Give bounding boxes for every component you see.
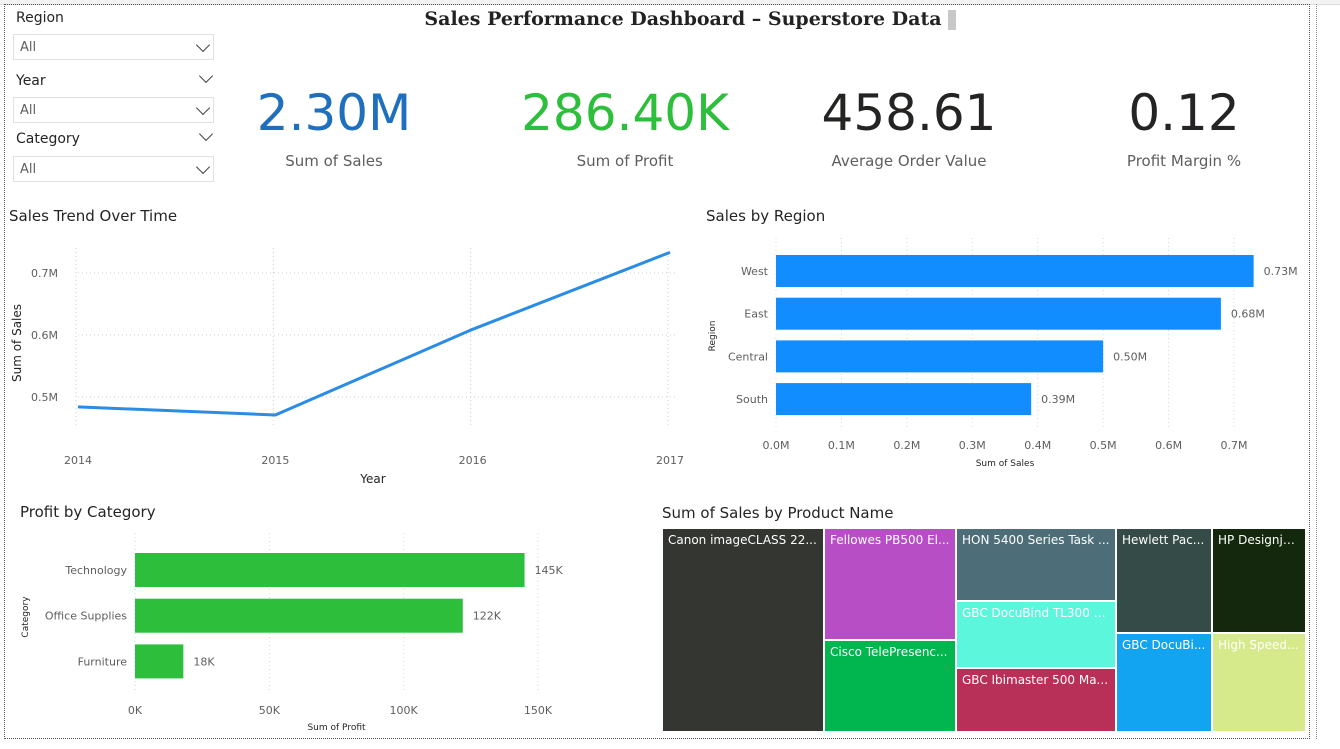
region-dropdown[interactable]: All (13, 34, 214, 60)
sales-trend-line (77, 250, 671, 417)
treemap-tile-label: GBC Ibimaster 500 Ma... (962, 673, 1109, 687)
year-dropdown[interactable]: All (13, 97, 214, 123)
treemap-tile[interactable]: GBC DocuBind TL300 E... (956, 601, 1116, 668)
bar (135, 644, 184, 679)
bar (135, 598, 463, 633)
data-label: 0.50M (1113, 350, 1147, 363)
region-chart-title: Sales by Region (706, 207, 826, 225)
title-text: Sales Performance Dashboard – Superstore… (424, 8, 942, 30)
sales-trend-line-chart[interactable]: 0.5M 0.6M 0.7M 2014 2015 2016 2017 Year Sum of S… (0, 228, 690, 490)
treemap-tile[interactable]: High Speed... (1212, 633, 1306, 732)
kpi-sales-value: 2.30M (256, 84, 412, 142)
treemap-tile[interactable]: HP Designje... (1212, 528, 1306, 633)
x-tick-label: 2017 (656, 454, 684, 467)
category-filter-label: Category (16, 131, 80, 147)
category-dropdown-value: All (20, 162, 37, 177)
x-tick-label: 0.7M (1221, 439, 1248, 452)
category-label: West (741, 265, 769, 278)
y-axis-title: Region (708, 321, 718, 352)
treemap-tile[interactable]: GBC DocuBi... (1116, 633, 1212, 732)
y-tick-label: 0.6M (31, 329, 58, 342)
treemap-tile[interactable]: HON 5400 Series Task ... (956, 528, 1116, 601)
treemap-tile-label: Hewlett Pac... (1122, 533, 1205, 547)
y-axis-title: Sum of Sales (10, 304, 24, 382)
category-label: Furniture (78, 655, 128, 668)
kpi-margin-value: 0.12 (1128, 84, 1240, 142)
data-label: 0.39M (1041, 393, 1075, 406)
x-axis-title: Sum of Profit (307, 723, 366, 733)
bar (776, 297, 1221, 330)
region-filter-label: Region (16, 10, 64, 26)
treemap-tile-label: Fellowes PB500 El... (830, 533, 950, 547)
category-chart-title: Profit by Category (20, 503, 156, 521)
chevron-down-icon (195, 159, 211, 175)
data-label: 0.73M (1264, 265, 1298, 278)
data-label: 18K (193, 655, 215, 668)
kpi-profit-label: Sum of Profit (576, 152, 674, 170)
bar (135, 553, 525, 587)
canvas-edge (1316, 4, 1318, 739)
treemap-tile[interactable]: Hewlett Pac... (1116, 528, 1212, 633)
product-treemap[interactable]: Canon imageCLASS 22... Fellowes PB500 El.… (662, 528, 1306, 732)
category-label: East (744, 308, 768, 321)
y-tick-label: 0.7M (31, 267, 58, 280)
category-label: South (736, 393, 768, 406)
kpi-profit-value: 286.40K (521, 84, 729, 142)
category-label: Central (728, 350, 768, 363)
treemap-tile[interactable]: Fellowes PB500 El... (824, 528, 956, 640)
x-tick-label: 0.0M (763, 439, 790, 452)
x-tick-label: 2016 (459, 454, 487, 467)
text-cursor (947, 10, 956, 30)
data-label: 145K (535, 564, 564, 577)
x-tick-label: 0.1M (828, 439, 855, 452)
y-tick-label: 0.5M (31, 391, 58, 404)
kpi-aov-value: 458.61 (821, 84, 997, 142)
treemap-tile-label: Cisco TelePresenc... (830, 645, 948, 659)
data-label: 0.68M (1231, 308, 1265, 321)
treemap-tile-label: HON 5400 Series Task ... (962, 533, 1110, 547)
treemap-tile-label: High Speed... (1218, 638, 1299, 652)
treemap-tile[interactable]: Cisco TelePresenc... (824, 640, 956, 732)
category-label: Office Supplies (45, 610, 127, 623)
x-axis-title: Sum of Sales (976, 459, 1035, 469)
line-chart-title: Sales Trend Over Time (9, 207, 178, 225)
treemap-tile-label: GBC DocuBi... (1122, 638, 1206, 652)
kpi-sales-label: Sum of Sales (285, 152, 383, 170)
x-tick-label: 0.5M (1090, 439, 1117, 452)
treemap-tile-label: GBC DocuBind TL300 E... (962, 606, 1113, 620)
year-filter-label: Year (16, 73, 46, 89)
bar (776, 255, 1254, 287)
kpi-margin-label: Profit Margin % (1126, 152, 1242, 170)
treemap-tile[interactable]: GBC Ibimaster 500 Ma... (956, 668, 1116, 732)
bar (776, 340, 1104, 373)
x-tick-label: 2014 (64, 454, 92, 467)
page-title: Sales Performance Dashboard – Superstore… (420, 8, 960, 30)
chevron-down-icon (195, 37, 211, 53)
category-dropdown[interactable]: All (13, 156, 214, 182)
x-tick-label: 0K (128, 704, 143, 717)
x-tick-label: 0.6M (1155, 439, 1182, 452)
year-dropdown-value: All (20, 103, 37, 118)
treemap-tile[interactable]: Canon imageCLASS 22... (662, 528, 824, 732)
bar (776, 383, 1032, 416)
region-dropdown-value: All (20, 40, 37, 55)
x-tick-label: 150K (524, 704, 553, 717)
x-tick-label: 2015 (261, 454, 289, 467)
x-axis-title: Year (359, 472, 385, 486)
treemap-tile-label: HP Designje... (1218, 533, 1302, 547)
x-tick-label: 0.4M (1024, 439, 1051, 452)
treemap-tile-label: Canon imageCLASS 22... (668, 533, 817, 547)
x-tick-label: 0.3M (959, 439, 986, 452)
kpi-aov-label: Average Order Value (831, 152, 987, 170)
category-label: Technology (64, 564, 127, 577)
x-tick-label: 50K (259, 704, 281, 717)
data-label: 122K (473, 610, 502, 623)
x-tick-label: 0.2M (893, 439, 920, 452)
sales-by-region-bar-chart[interactable]: 0.0M 0.1M 0.2M 0.3M 0.4M 0.5M 0.6M 0.7M West 0.73… (700, 228, 1310, 472)
y-axis-title: Category (21, 596, 31, 638)
profit-by-category-bar-chart[interactable]: 0K 50K 100K 150K Technology 145K Office Suppli… (0, 525, 620, 737)
treemap-title: Sum of Sales by Product Name (662, 504, 894, 522)
chevron-down-icon (195, 100, 211, 116)
x-tick-label: 100K (390, 704, 419, 717)
